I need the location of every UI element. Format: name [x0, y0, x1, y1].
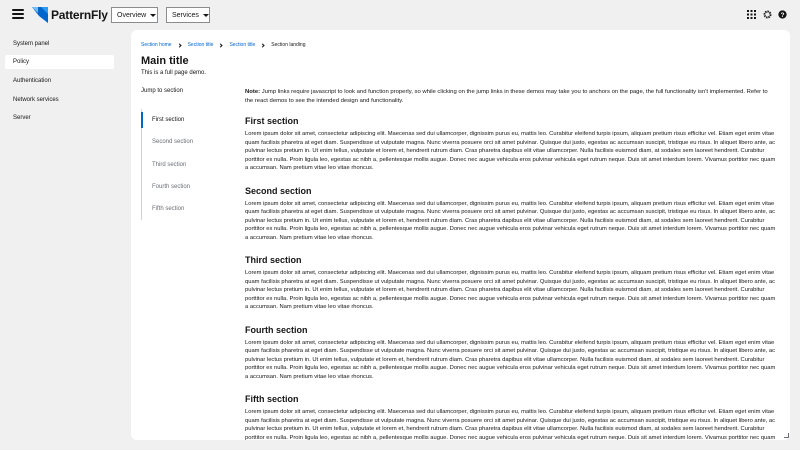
breadcrumb: Section home Section title Section title…	[141, 41, 306, 49]
page-title: Main title	[141, 55, 189, 67]
sidebar-item-server[interactable]: Server	[5, 111, 114, 125]
jump-link-fourth-section[interactable]: Fourth section	[142, 176, 231, 198]
sidebar-item-label: Policy	[13, 59, 30, 65]
page-description: This is a full page demo.	[141, 70, 207, 76]
sidebar-item-network-services[interactable]: Network services	[5, 93, 114, 107]
services-dropdown-label: Services	[172, 11, 199, 19]
section-heading: Fourth section	[245, 324, 308, 335]
jump-link-label: Fourth section	[152, 184, 191, 191]
sidebar-item-authentication[interactable]: Authentication	[5, 74, 114, 88]
sidebar-item-label: Server	[13, 115, 31, 121]
section-first: First section Lorem ipsum dolor sit amet…	[245, 116, 777, 173]
hamburger-menu-icon[interactable]	[12, 8, 24, 20]
breadcrumb-link-section-home[interactable]: Section home	[141, 42, 172, 48]
brand-name: PatternFly	[51, 8, 108, 22]
jump-links-label: Jump to section	[141, 88, 184, 94]
jump-link-label: Fifth section	[152, 206, 185, 213]
main-content: Section home Section title Section title…	[131, 30, 790, 440]
jump-link-second-section[interactable]: Second section	[142, 131, 231, 153]
sidebar-item-policy[interactable]: Policy	[5, 55, 114, 69]
section-body: Lorem ipsum dolor sit amet, consectetur …	[245, 270, 776, 311]
jump-links: First section Second section Third secti…	[141, 109, 231, 221]
section-heading: First section	[245, 116, 299, 127]
masthead: PatternFly Overview Services ?	[0, 0, 800, 30]
note-text: Jump links require javascript to look an…	[245, 89, 768, 104]
note-paragraph: Note: Jump links require javascript to l…	[245, 88, 777, 105]
brand-logo[interactable]: PatternFly	[32, 6, 108, 24]
jump-link-fifth-section[interactable]: Fifth section	[142, 198, 231, 220]
services-dropdown[interactable]: Services	[166, 7, 210, 23]
chevron-right-icon	[176, 42, 182, 48]
chevron-right-icon	[218, 42, 224, 48]
overview-dropdown-label: Overview	[117, 11, 147, 19]
section-third: Third section Lorem ipsum dolor sit amet…	[245, 255, 777, 312]
section-body: Lorem ipsum dolor sit amet, consectetur …	[245, 339, 776, 380]
resize-grip-icon[interactable]	[784, 433, 789, 438]
section-heading: Fifth section	[245, 394, 299, 405]
jump-link-label: First section	[152, 117, 185, 124]
chevron-down-icon	[202, 13, 209, 17]
chevron-down-icon	[150, 13, 157, 17]
svg-text:?: ?	[781, 12, 785, 19]
section-fifth: Fifth section Lorem ipsum dolor sit amet…	[245, 394, 777, 440]
jump-link-label: Second section	[152, 139, 194, 146]
scrollable-content[interactable]: Note: Jump links require javascript to l…	[245, 88, 777, 440]
section-body: Lorem ipsum dolor sit amet, consectetur …	[245, 200, 776, 241]
sidebar-nav: System panel Policy Authentication Netwo…	[0, 30, 120, 450]
sidebar-item-label: System panel	[13, 41, 50, 47]
sidebar-item-system-panel[interactable]: System panel	[5, 37, 114, 51]
patternfly-logo-icon	[32, 7, 48, 23]
breadcrumb-current: Section landing	[271, 42, 306, 48]
note-label: Note:	[245, 89, 261, 95]
sidebar-item-label: Authentication	[13, 78, 52, 84]
overview-dropdown[interactable]: Overview	[111, 7, 158, 23]
section-heading: Second section	[245, 185, 312, 196]
breadcrumb-link-section-title[interactable]: Section title	[188, 42, 214, 48]
help-icon[interactable]: ?	[778, 10, 787, 19]
section-second: Second section Lorem ipsum dolor sit ame…	[245, 186, 777, 243]
gear-icon[interactable]	[763, 10, 772, 19]
jump-link-first-section[interactable]: First section	[141, 109, 231, 131]
section-heading: Third section	[245, 255, 302, 266]
chevron-right-icon	[260, 42, 265, 48]
grid-icon[interactable]	[747, 10, 756, 19]
sidebar-item-label: Network services	[13, 97, 59, 103]
section-fourth: Fourth section Lorem ipsum dolor sit ame…	[245, 325, 777, 382]
section-body: Lorem ipsum dolor sit amet, consectetur …	[245, 409, 776, 440]
breadcrumb-link-section-title-2[interactable]: Section title	[229, 42, 255, 48]
section-body: Lorem ipsum dolor sit amet, consectetur …	[245, 131, 776, 172]
jump-link-label: Third section	[152, 161, 187, 168]
jump-link-third-section[interactable]: Third section	[142, 154, 231, 176]
